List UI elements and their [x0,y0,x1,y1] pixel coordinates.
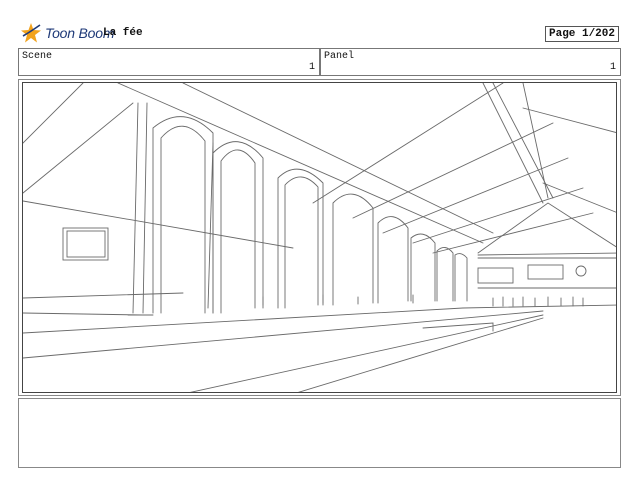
panel-notes-area[interactable] [18,398,621,468]
page-indicator: Page 1/202 [545,26,619,42]
panel-number: 1 [609,62,616,73]
scene-label: Scene [22,51,53,62]
sketch-drawing [23,83,616,392]
panel-label: Panel [324,51,355,62]
scene-number: 1 [308,62,315,73]
toon-boom-star-icon [21,23,41,43]
project-title: La fée [103,27,143,39]
toon-boom-logo: Toon Boom [20,22,114,44]
scene-field: Scene 1 [18,48,320,76]
storyboard-panel[interactable] [22,82,617,393]
panel-field: Panel 1 [320,48,621,76]
page-number: 1/202 [581,28,615,40]
page-label: Page [549,28,576,40]
